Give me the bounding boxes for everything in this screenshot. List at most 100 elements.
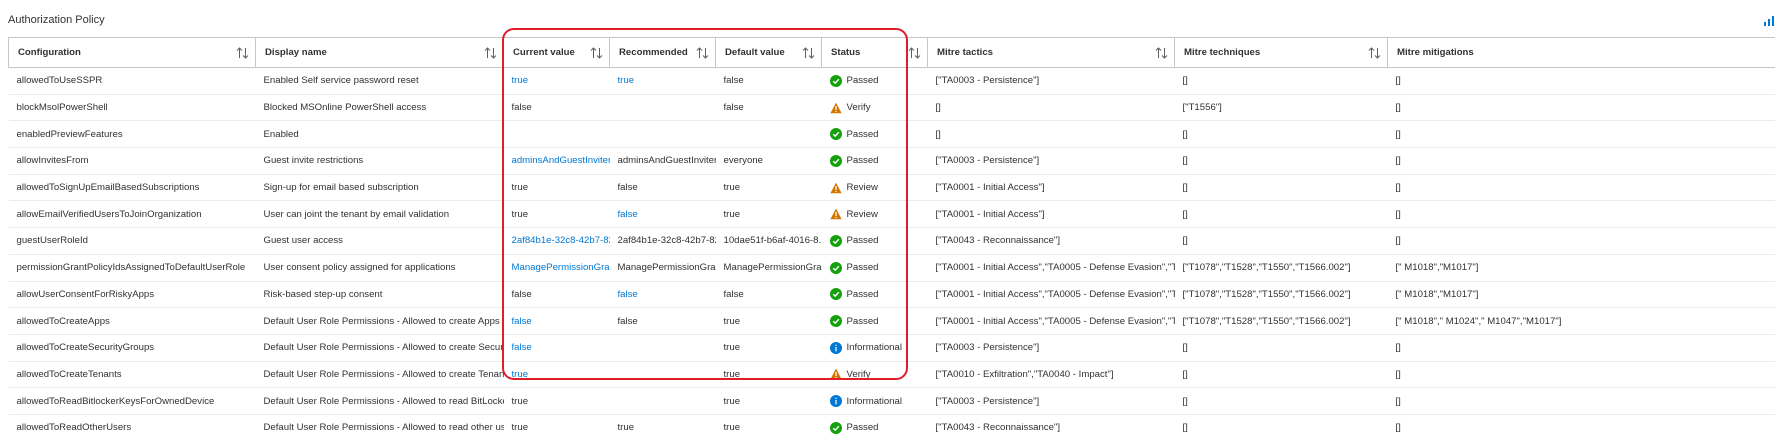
status-text: Passed [846, 422, 879, 434]
cell-status: Verify [821, 361, 928, 389]
cell-text: true [511, 395, 529, 407]
cell-text: true [723, 208, 741, 220]
sort-icon[interactable] [802, 47, 815, 59]
cell-status: Passed [821, 67, 928, 95]
sort-icon[interactable] [908, 47, 921, 59]
status-text: Passed [846, 315, 879, 327]
column-header-current-value[interactable]: Current value [503, 37, 610, 68]
value-link[interactable]: adminsAndGuestInviters [512, 155, 610, 166]
status-indicator: Verify [829, 95, 928, 120]
cell-mitre-tactics: [] [927, 94, 1175, 122]
cell-text: guestUserRoleId [16, 235, 88, 247]
cell-text: 10dae51f-b6af-4016-8... [723, 235, 822, 247]
cell-recommended-value [609, 387, 716, 415]
column-header-status[interactable]: Status [821, 37, 928, 68]
table-row[interactable]: blockMsolPowerShell Blocked MSOnline Powe… [8, 94, 1775, 122]
cell-mitre-techniques: [] [1174, 147, 1388, 175]
cell-current-value: false [503, 94, 610, 122]
cell-text: ["TA0003 - Persistence"] [935, 155, 1040, 167]
cell-text: allowedToReadBitlockerKeysForOwnedDevice [16, 395, 215, 407]
status-indicator: Verify [829, 362, 928, 387]
cell-current-value: ManagePermissionGrant [503, 254, 610, 282]
cell-display-name: Enabled Self service password reset [255, 67, 504, 95]
cell-text: 2af84b1e-32c8-42b7-82 [617, 235, 716, 247]
table-row[interactable]: allowedToUseSSPR Enabled Self service pas… [8, 67, 1775, 95]
table-row[interactable]: permissionGrantPolicyIdsAssignedToDefaul… [8, 254, 1775, 282]
column-header-display-name[interactable]: Display name [255, 37, 504, 68]
status-text: Passed [846, 288, 879, 300]
table-row[interactable]: allowedToReadOtherUsers Default User Role… [8, 414, 1775, 434]
sort-icon[interactable] [590, 47, 603, 59]
sort-icon[interactable] [1155, 47, 1168, 59]
column-header-recommended-va[interactable]: Recommended va... [609, 37, 716, 68]
cell-text: [] [1395, 102, 1401, 114]
table-row[interactable]: allowedToCreateSecurityGroups Default Use… [8, 334, 1775, 362]
cell-text: [] [1182, 208, 1188, 220]
cell-text: false [617, 315, 638, 327]
value-link[interactable]: ManagePermissionGrant [512, 262, 610, 273]
cell-recommended-value: ManagePermissionGrant [609, 254, 716, 282]
value-link[interactable]: false [512, 342, 532, 353]
value-link[interactable]: 2af84b1e-32c8-42b7-82 [512, 235, 610, 246]
cell-mitre-tactics: ["TA0001 - Initial Access","TA0005 - Def… [927, 254, 1175, 282]
sort-icon[interactable] [1368, 47, 1381, 59]
cell-text: true [723, 315, 741, 327]
status-text: Informational [846, 342, 902, 354]
sort-icon[interactable] [236, 47, 249, 59]
cell-display-name: Blocked MSOnline PowerShell access [255, 94, 504, 122]
cell-display-name: Default User Role Permissions - Allowed … [255, 361, 504, 389]
table-row[interactable]: allowedToCreateApps Default User Role Per… [8, 307, 1775, 335]
status-indicator: Passed [829, 148, 928, 173]
cell-text: [" M1018","M1017"] [1395, 288, 1479, 300]
column-header-configuration[interactable]: Configuration [8, 37, 256, 68]
cell-status: Review [821, 174, 928, 202]
status-text: Verify [846, 368, 871, 380]
table-row[interactable]: guestUserRoleId Guest user access 2af84b1e… [8, 227, 1775, 255]
value-link[interactable]: true [512, 369, 529, 380]
cell-default-value: true [715, 174, 822, 202]
cell-text: User consent policy assigned for applica… [263, 262, 456, 274]
table-row[interactable]: allowInvitesFrom Guest invite restriction… [8, 147, 1775, 175]
column-header-mitre-mitigations[interactable]: Mitre mitigations [1387, 37, 1775, 68]
cell-text: false [723, 75, 744, 87]
table-row[interactable]: allowedToSignUpEmailBasedSubscriptions Si… [8, 174, 1775, 202]
cell-current-value: true [503, 67, 610, 95]
value-link[interactable]: false [512, 316, 532, 327]
cell-mitre-techniques: [] [1174, 174, 1388, 202]
cell-mitre-tactics: ["TA0003 - Persistence"] [927, 387, 1175, 415]
cell-text: [] [1395, 368, 1401, 380]
table-row[interactable]: allowUserConsentForRiskyApps Risk-based s… [8, 281, 1775, 309]
value-link[interactable]: true [512, 75, 529, 86]
cell-text: ["TA0001 - Initial Access","TA0005 - Def… [935, 262, 1175, 274]
table-row[interactable]: allowEmailVerifiedUsersToJoinOrganizatio… [8, 200, 1775, 229]
value-link[interactable]: false [618, 289, 638, 300]
cell-mitre-techniques: [] [1174, 387, 1388, 415]
table-row[interactable]: allowedToCreateTenants Default User Role … [8, 361, 1775, 389]
table-row[interactable]: enabledPreviewFeatures Enabled Passed [] [] [… [8, 120, 1775, 149]
column-header-mitre-tactics[interactable]: Mitre tactics [927, 37, 1175, 68]
status-text: Passed [846, 155, 879, 167]
sort-icon[interactable] [484, 47, 497, 59]
column-header-default-value[interactable]: Default value [715, 37, 822, 68]
cell-text: Default User Role Permissions - Allowed … [263, 368, 504, 380]
cell-text: Sign-up for email based subscription [263, 182, 419, 194]
cell-current-value: false [503, 281, 610, 309]
status-indicator: Passed [829, 255, 928, 280]
table-row[interactable]: allowedToReadBitlockerKeysForOwnedDevice… [8, 387, 1775, 415]
cell-mitre-techniques: ["T1078","T1528","T1550","T1566.002"] [1174, 307, 1388, 335]
value-link[interactable]: false [618, 209, 638, 220]
column-header-mitre-techniques[interactable]: Mitre techniques [1174, 37, 1388, 68]
status-text: Informational [846, 395, 902, 407]
authorization-policy-grid: Configuration Display name Current value Re… [8, 37, 1775, 434]
column-header-label: Configuration [18, 46, 81, 58]
cell-text: ["TA0003 - Persistence"] [935, 395, 1040, 407]
cell-default-value: true [715, 334, 822, 362]
column-header-label: Mitre tactics [937, 46, 993, 58]
cell-mitre-tactics: ["TA0010 - Exfiltration","TA0040 - Impac… [927, 361, 1175, 389]
value-link[interactable]: true [618, 75, 635, 86]
sort-icon[interactable] [696, 47, 709, 59]
cell-text: ["T1078","T1528","T1550","T1566.002"] [1182, 288, 1351, 300]
cell-mitre-mitigations: [] [1387, 174, 1775, 202]
chart-icon[interactable] [1763, 15, 1775, 27]
cell-mitre-tactics: ["TA0003 - Persistence"] [927, 147, 1175, 175]
